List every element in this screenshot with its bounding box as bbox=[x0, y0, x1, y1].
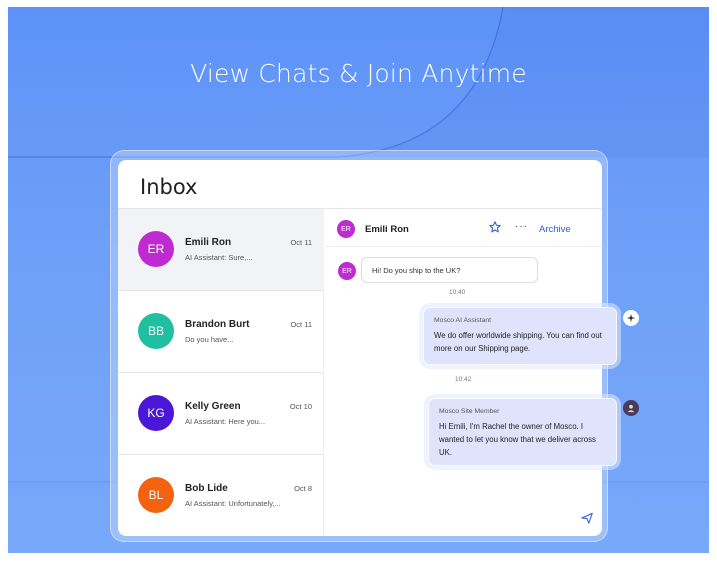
conversation-preview: AI Assistant: Unfortunately,... bbox=[185, 499, 281, 508]
chat-header: ER Emili Ron ··· Archive bbox=[325, 209, 602, 247]
conversation-item-bob-lide[interactable]: BL Bob Lide AI Assistant: Unfortunately,… bbox=[118, 455, 324, 536]
ai-sparkle-icon bbox=[623, 310, 639, 326]
sender-avatar: ER bbox=[338, 262, 356, 280]
conversation-preview: Do you have... bbox=[185, 335, 234, 344]
conversation-date: Oct 11 bbox=[290, 238, 312, 247]
more-options-button[interactable]: ··· bbox=[515, 221, 528, 232]
conversation-date: Oct 11 bbox=[290, 320, 312, 329]
conversation-name: Kelly Green bbox=[185, 401, 241, 412]
member-avatar-icon bbox=[623, 400, 639, 416]
message-sender-label: Mosco AI Assistant bbox=[434, 317, 492, 324]
chat-panel: ER Emili Ron ··· Archive ER Hi! Do you s… bbox=[325, 209, 602, 536]
conversation-date: Oct 10 bbox=[289, 402, 312, 411]
conversation-preview: AI Assistant: Here you... bbox=[185, 417, 266, 426]
conversation-date: Oct 8 bbox=[294, 484, 312, 493]
conversation-name: Bob Lide bbox=[185, 483, 228, 494]
conversation-item-kelly-green[interactable]: KG Kelly Green AI Assistant: Here you...… bbox=[118, 373, 324, 455]
archive-button[interactable]: Archive bbox=[539, 224, 571, 235]
site-member-message: Mosco Site Member Hi Emili, I'm Rachel t… bbox=[428, 398, 617, 466]
avatar: KG bbox=[138, 395, 174, 431]
conversation-item-brandon-burt[interactable]: BB Brandon Burt Do you have... Oct 11 bbox=[118, 291, 324, 373]
headline: View Chats & Join Anytime bbox=[190, 59, 527, 88]
conversation-name: Emili Ron bbox=[185, 237, 232, 248]
message-timestamp: 10:40 bbox=[449, 289, 466, 296]
conversation-item-emili-ron[interactable]: ER Emili Ron AI Assistant: Sure,... Oct … bbox=[118, 209, 324, 291]
star-icon[interactable] bbox=[488, 220, 502, 234]
incoming-message-bubble: Hi! Do you ship to the UK? bbox=[361, 257, 538, 283]
ai-assistant-message: Mosco AI Assistant We do offer worldwide… bbox=[423, 307, 617, 365]
conversation-preview: AI Assistant: Sure,... bbox=[185, 253, 253, 262]
avatar: ER bbox=[138, 231, 174, 267]
avatar: BL bbox=[138, 477, 174, 513]
message-text: We do offer worldwide shipping. You can … bbox=[434, 331, 602, 353]
contact-name: Emili Ron bbox=[365, 224, 409, 235]
contact-avatar: ER bbox=[337, 220, 355, 238]
message-timestamp: 10:42 bbox=[455, 376, 472, 383]
conversation-name: Brandon Burt bbox=[185, 319, 250, 330]
conversation-list: ER Emili Ron AI Assistant: Sure,... Oct … bbox=[118, 209, 324, 536]
message-text: Hi Emili, I'm Rachel the owner of Mosco.… bbox=[439, 422, 596, 457]
avatar: BB bbox=[138, 313, 174, 349]
message-sender-label: Mosco Site Member bbox=[439, 408, 500, 415]
inbox-title: Inbox bbox=[140, 175, 198, 199]
send-icon[interactable] bbox=[580, 511, 594, 525]
